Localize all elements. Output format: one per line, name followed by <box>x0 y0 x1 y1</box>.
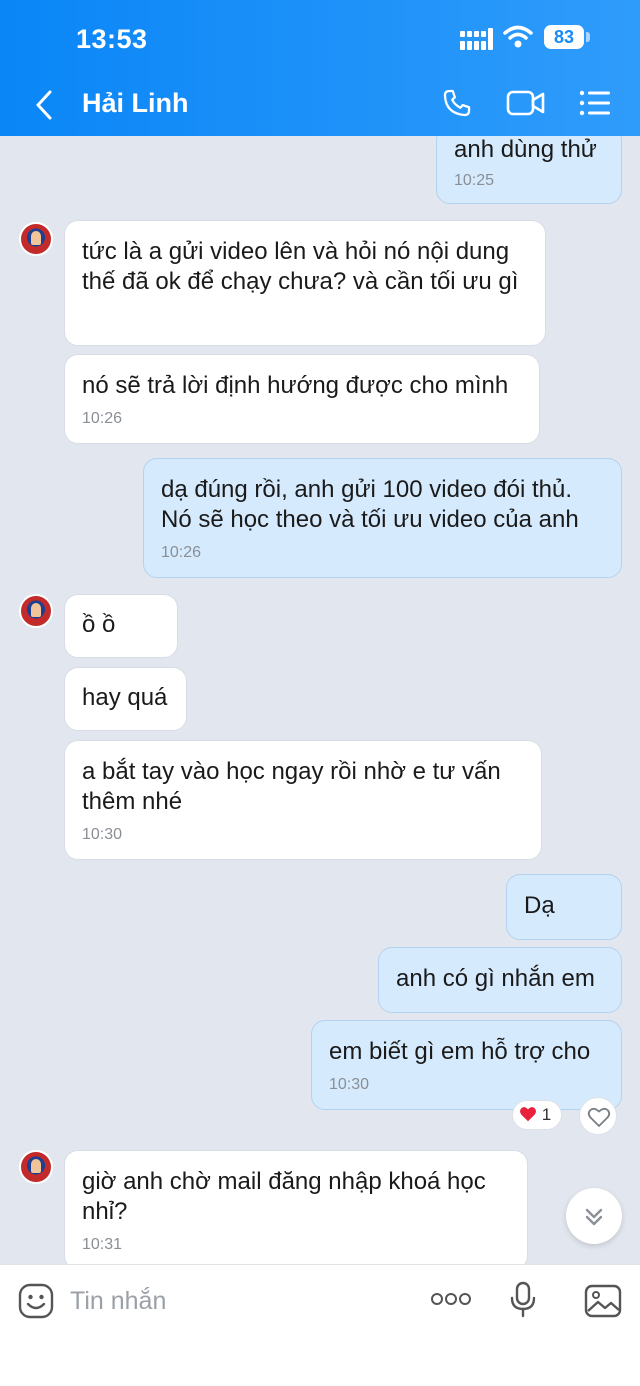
signal-icon <box>460 28 493 50</box>
message-outgoing[interactable]: anh có gì nhắn em <box>378 947 622 1013</box>
emoji-icon[interactable] <box>18 1283 54 1319</box>
message-input[interactable] <box>70 1279 400 1323</box>
microphone-icon[interactable] <box>508 1281 538 1319</box>
avatar[interactable] <box>19 1150 53 1184</box>
message-text: a bắt tay vào học ngay rồi nhờ e tư vấn … <box>82 758 501 815</box>
phone-icon[interactable] <box>440 86 474 120</box>
message-outgoing[interactable]: Dạ <box>506 874 622 940</box>
battery-indicator: 83 <box>544 25 584 49</box>
avatar[interactable] <box>19 222 53 256</box>
message-text: hay quá <box>82 684 168 711</box>
more-icon[interactable] <box>430 1291 472 1307</box>
scroll-down-button[interactable] <box>566 1188 622 1244</box>
chevron-down-icon <box>585 1208 603 1226</box>
message-outgoing[interactable]: anh dùng thử 10:25 <box>436 136 622 204</box>
battery-tip <box>586 32 590 42</box>
chat-header: 13:53 83 Hải Linh <box>0 0 640 136</box>
message-time: 10:25 <box>454 172 495 189</box>
message-text: giờ anh chờ mail đăng nhập khoá học nhỉ? <box>82 1168 486 1225</box>
message-time: 10:26 <box>161 544 202 561</box>
message-input-bar <box>0 1264 640 1386</box>
avatar[interactable] <box>19 594 53 628</box>
status-time: 13:53 <box>76 24 148 54</box>
heart-outline-icon <box>587 1107 611 1127</box>
message-text: nó sẽ trả lời định hướng được cho mình <box>82 372 509 399</box>
message-text: anh có gì nhắn em <box>396 965 595 992</box>
message-text: anh dùng thử <box>454 136 597 163</box>
heart-icon <box>520 1107 536 1122</box>
message-outgoing[interactable]: em biết gì em hỗ trợ cho 10:30 <box>311 1020 622 1110</box>
message-text: ồ ồ <box>82 611 116 638</box>
reaction-count: 1 <box>541 1105 552 1124</box>
wifi-icon <box>503 25 533 48</box>
message-text: em biết gì em hỗ trợ cho <box>329 1038 591 1065</box>
message-incoming[interactable]: tức là a gửi video lên và hỏi nó nội dun… <box>64 220 546 346</box>
menu-icon[interactable] <box>578 86 612 120</box>
message-time: 10:31 <box>82 1236 123 1253</box>
contact-name[interactable]: Hải Linh <box>82 88 189 119</box>
message-time: 10:30 <box>329 1076 370 1093</box>
message-text: tức là a gửi video lên và hỏi nó nội dun… <box>82 238 519 295</box>
video-call-icon[interactable] <box>506 86 546 120</box>
message-list[interactable]: anh dùng thử 10:25 tức là a gửi video lê… <box>0 136 640 1264</box>
message-time: 10:26 <box>82 410 123 427</box>
message-text: Dạ <box>524 892 555 919</box>
message-incoming[interactable]: ồ ồ <box>64 594 178 658</box>
image-icon[interactable] <box>584 1283 622 1319</box>
message-incoming[interactable]: a bắt tay vào học ngay rồi nhờ e tư vấn … <box>64 740 542 860</box>
message-time: 10:30 <box>82 826 123 843</box>
message-incoming[interactable]: nó sẽ trả lời định hướng được cho mình 1… <box>64 354 540 444</box>
back-icon[interactable] <box>28 86 60 124</box>
message-incoming[interactable]: hay quá <box>64 667 187 731</box>
like-button[interactable] <box>579 1097 617 1135</box>
message-text: dạ đúng rồi, anh gửi 100 video đói thủ. … <box>161 476 579 533</box>
message-incoming[interactable]: giờ anh chờ mail đăng nhập khoá học nhỉ?… <box>64 1150 528 1264</box>
reaction-badge[interactable]: 1 <box>512 1100 562 1130</box>
message-outgoing[interactable]: dạ đúng rồi, anh gửi 100 video đói thủ. … <box>143 458 622 578</box>
